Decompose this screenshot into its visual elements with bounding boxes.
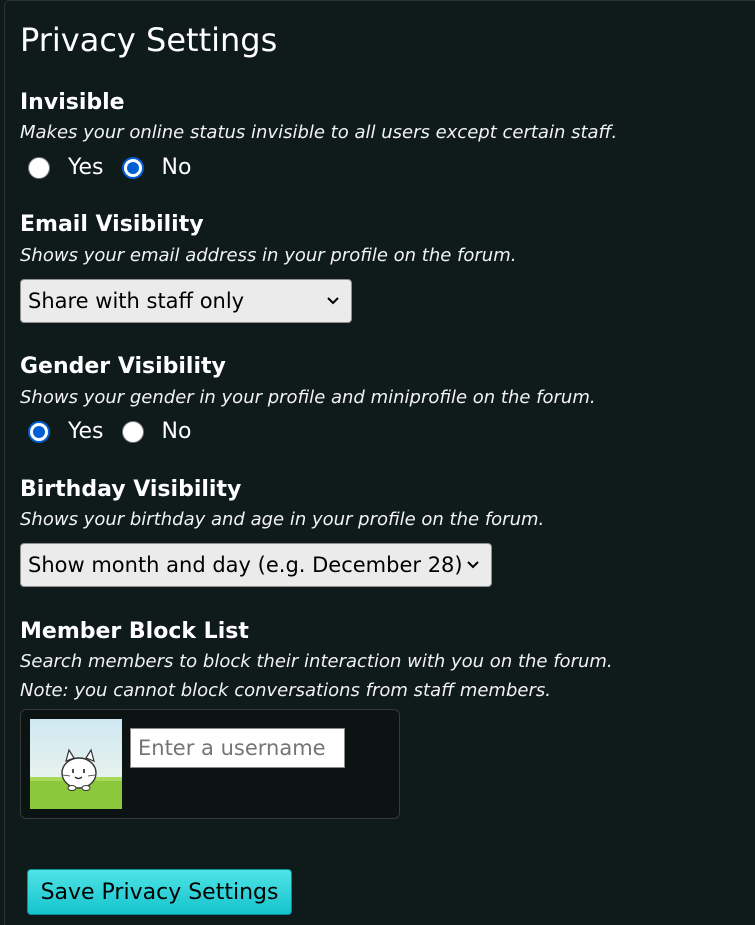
invisible-yes-radio[interactable] <box>28 157 50 179</box>
invisible-no-radio[interactable] <box>121 157 144 179</box>
email-visibility-description: Shows your email address in your profile… <box>20 245 517 266</box>
save-privacy-settings-button[interactable]: Save Privacy Settings <box>27 869 292 915</box>
chevron-down-icon <box>327 297 339 305</box>
invisible-description: Makes your online status invisible to al… <box>20 122 618 143</box>
invisible-yes-option[interactable]: Yes <box>28 153 104 183</box>
invisible-title: Invisible <box>20 90 125 115</box>
gender-no-option[interactable]: No <box>121 417 192 447</box>
birthday-visibility-title: Birthday Visibility <box>20 477 242 502</box>
birthday-visibility-select[interactable]: Show month and day (e.g. December 28) <box>20 543 492 587</box>
invisible-no-option[interactable]: No <box>121 153 192 183</box>
invisible-radio-group: Yes No <box>28 153 209 183</box>
email-visibility-select[interactable]: Share with staff only <box>20 279 352 323</box>
block-list-note: Note: you cannot block conversations fro… <box>20 680 551 701</box>
block-list-box <box>20 709 400 819</box>
email-visibility-title: Email Visibility <box>20 212 204 237</box>
chevron-down-icon <box>467 561 479 569</box>
invisible-no-label: No <box>161 155 192 180</box>
gender-visibility-title: Gender Visibility <box>20 354 226 379</box>
cat-avatar-icon <box>30 719 122 809</box>
gender-yes-radio[interactable] <box>28 421 50 443</box>
invisible-yes-label: Yes <box>68 155 104 180</box>
block-list-description: Search members to block their interactio… <box>20 651 613 672</box>
gender-visibility-description: Shows your gender in your profile and mi… <box>20 387 596 408</box>
birthday-visibility-description: Shows your birthday and age in your prof… <box>20 509 545 530</box>
gender-no-label: No <box>161 419 192 444</box>
gender-yes-option[interactable]: Yes <box>28 417 104 447</box>
email-visibility-selected-value: Share with staff only <box>28 289 245 313</box>
page-title: Privacy Settings <box>20 21 278 59</box>
gender-visibility-radio-group: Yes No <box>28 417 209 447</box>
username-search-input[interactable] <box>130 728 345 768</box>
gender-no-radio[interactable] <box>121 421 144 443</box>
gender-yes-label: Yes <box>68 419 104 444</box>
avatar <box>30 719 122 809</box>
block-list-title: Member Block List <box>20 619 249 644</box>
birthday-visibility-selected-value: Show month and day (e.g. December 28) <box>28 553 463 577</box>
